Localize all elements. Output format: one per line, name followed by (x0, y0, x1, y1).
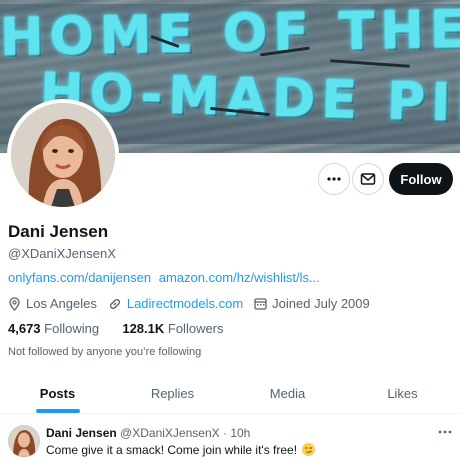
followers-label: Followers (167, 321, 224, 336)
follow-button[interactable]: Follow (389, 163, 453, 195)
bio-links: onlyfans.com/danijensen amazon.com/hz/wi… (8, 270, 320, 285)
bio-link-wishlist[interactable]: amazon.com/hz/wishlist/ls... (159, 270, 320, 285)
more-options-button[interactable] (318, 163, 350, 195)
avatar-photo (8, 425, 40, 457)
tweet-avatar[interactable] (8, 425, 40, 457)
profile-handle: @XDaniXJensenX (8, 246, 116, 261)
follow-counts: 4,673 Following 128.1K Followers (8, 321, 224, 336)
mail-icon (360, 173, 376, 185)
followers-count: 128.1K (122, 321, 165, 336)
followers-link[interactable]: 128.1K Followers (122, 321, 223, 336)
link-icon (109, 298, 120, 309)
profile-tabs: Posts Replies Media Likes (0, 374, 460, 414)
message-button[interactable] (352, 163, 384, 195)
following-count: 4,673 (8, 321, 41, 336)
joined-item: Joined July 2009 (254, 296, 370, 311)
following-link[interactable]: 4,673 Following (8, 321, 99, 336)
website-link[interactable]: Ladirectmodels.com (127, 296, 243, 311)
smirk-face-svg (305, 447, 313, 453)
tweet-separator: · (222, 426, 227, 440)
tab-replies[interactable]: Replies (115, 374, 230, 413)
joined-text: Joined July 2009 (272, 296, 370, 311)
tweet-author-name[interactable]: Dani Jensen (46, 426, 117, 440)
tweet-time[interactable]: 10h (230, 426, 250, 440)
profile-name: Dani Jensen (8, 222, 109, 241)
bio-link-onlyfans[interactable]: onlyfans.com/danijensen (8, 270, 151, 285)
more-horizontal-icon (438, 430, 452, 434)
website-item[interactable]: Ladirectmodels.com (108, 296, 243, 311)
tweet[interactable]: Dani Jensen @XDaniXJensenX · 10h Come gi… (0, 415, 460, 460)
smirk-emoji-icon (302, 443, 316, 456)
following-label: Following (44, 321, 100, 336)
location-item: Los Angeles (8, 296, 97, 311)
not-followed-note: Not followed by anyone you’re following (8, 346, 202, 358)
tweet-header: Dani Jensen @XDaniXJensenX · 10h (46, 426, 250, 440)
banner-text-line-1: HOME OF THE (0, 0, 460, 69)
tab-likes[interactable]: Likes (345, 374, 460, 413)
avatar-photo (11, 103, 115, 207)
calendar-icon (254, 298, 267, 310)
tweet-author-handle[interactable]: @XDaniXJensenX (120, 426, 220, 440)
more-horizontal-icon (327, 177, 341, 181)
tweet-text: Come give it a smack! Come join while it… (46, 443, 316, 457)
tab-posts[interactable]: Posts (0, 374, 115, 413)
location-pin-icon (9, 296, 20, 311)
tweet-body: Come give it a smack! Come join while it… (46, 443, 298, 457)
tab-media[interactable]: Media (230, 374, 345, 413)
profile-meta: Los Angeles Ladirectmodels.com Joined Ju… (8, 296, 381, 311)
tweet-more-button[interactable] (436, 425, 454, 439)
profile-avatar[interactable] (7, 99, 119, 211)
location-text: Los Angeles (26, 296, 97, 311)
